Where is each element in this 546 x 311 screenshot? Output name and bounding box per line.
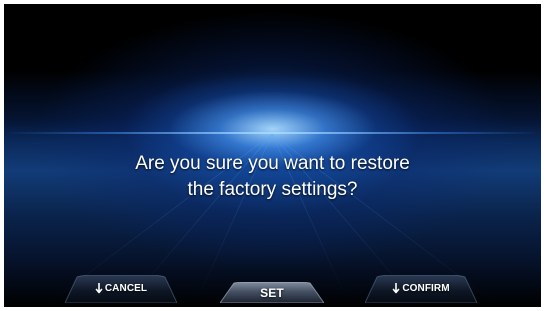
confirmation-message: Are you sure you want to restore the fac…: [4, 151, 541, 203]
confirm-label: CONFIRM: [402, 283, 450, 294]
display-screen: Are you sure you want to restore the fac…: [4, 4, 541, 307]
down-arrow-icon: [95, 283, 103, 294]
cancel-softkey[interactable]: CANCEL: [65, 275, 177, 303]
confirm-label-wrapper: CONFIRM: [392, 275, 450, 303]
cancel-label-wrapper: CANCEL: [95, 275, 147, 303]
down-arrow-icon: [393, 283, 400, 294]
message-line-2: the factory settings?: [187, 179, 358, 200]
message-line-1: Are you sure you want to restore: [135, 153, 410, 174]
cancel-label: CANCEL: [104, 283, 148, 294]
confirm-softkey[interactable]: CONFIRM: [365, 275, 477, 303]
set-label: SET: [260, 286, 284, 300]
set-softkey[interactable]: SET: [220, 282, 324, 303]
